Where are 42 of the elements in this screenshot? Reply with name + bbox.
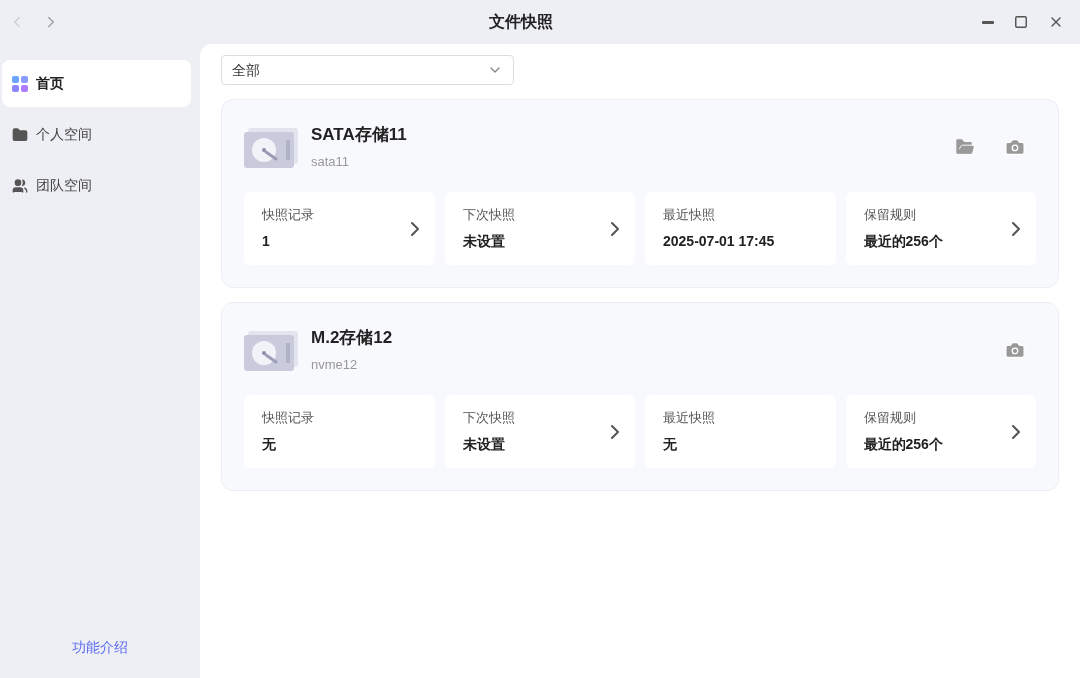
hard-drive-icon: [244, 128, 298, 168]
minimize-icon: [982, 20, 994, 24]
stat-card[interactable]: 下次快照 未设置: [444, 395, 635, 468]
feature-intro-link[interactable]: 功能介绍: [72, 637, 128, 658]
storage-name: SATA存储11: [311, 124, 407, 146]
stat-value: 最近的256个: [863, 434, 944, 454]
maximize-button[interactable]: [1014, 14, 1028, 30]
camera-icon: [1004, 136, 1026, 158]
stat-label: 下次快照: [462, 409, 516, 428]
maximize-icon: [1014, 15, 1028, 29]
stat-label: 快照记录: [262, 409, 315, 428]
stat-value: 2025-07-01 17:45: [663, 231, 776, 251]
hard-drive-icon: [244, 331, 298, 371]
stat-label: 保留规则: [863, 206, 917, 225]
filter-dropdown[interactable]: 全部: [221, 55, 514, 85]
sidebar-item[interactable]: 首页: [2, 60, 191, 107]
stat-value: 1: [262, 231, 271, 251]
stat-label: 保留规则: [863, 409, 917, 428]
stat-label: 最近快照: [663, 206, 716, 225]
camera-icon: [1004, 339, 1026, 361]
stat-card[interactable]: 保留规则 最近的256个: [845, 395, 1036, 468]
grid-icon: [12, 75, 28, 92]
stat-value: 未设置: [462, 434, 506, 454]
storage-id: nvme12: [311, 355, 359, 374]
stat-value: 最近的256个: [863, 231, 944, 251]
sidebar-item[interactable]: 个人空间: [2, 111, 191, 158]
stat-value: 无: [663, 434, 678, 454]
stat-label: 最近快照: [663, 409, 716, 428]
folder-icon: [12, 126, 28, 143]
users-icon: [12, 177, 28, 194]
stat-label: 快照记录: [262, 206, 315, 225]
stat-value: 未设置: [462, 231, 506, 251]
stat-card[interactable]: 快照记录 1: [244, 192, 435, 265]
sidebar-item[interactable]: 团队空间: [2, 162, 191, 209]
storage-name: M.2存储12: [311, 327, 393, 349]
stat-card[interactable]: 下次快照 未设置: [444, 192, 635, 265]
folder-icon: [954, 136, 976, 158]
window-title: 文件快照: [489, 12, 553, 32]
stat-label: 下次快照: [462, 206, 516, 225]
stat-card[interactable]: 保留规则 最近的256个: [845, 192, 1036, 265]
stat-value: 无: [262, 434, 277, 454]
storage-id: sata11: [311, 152, 351, 171]
